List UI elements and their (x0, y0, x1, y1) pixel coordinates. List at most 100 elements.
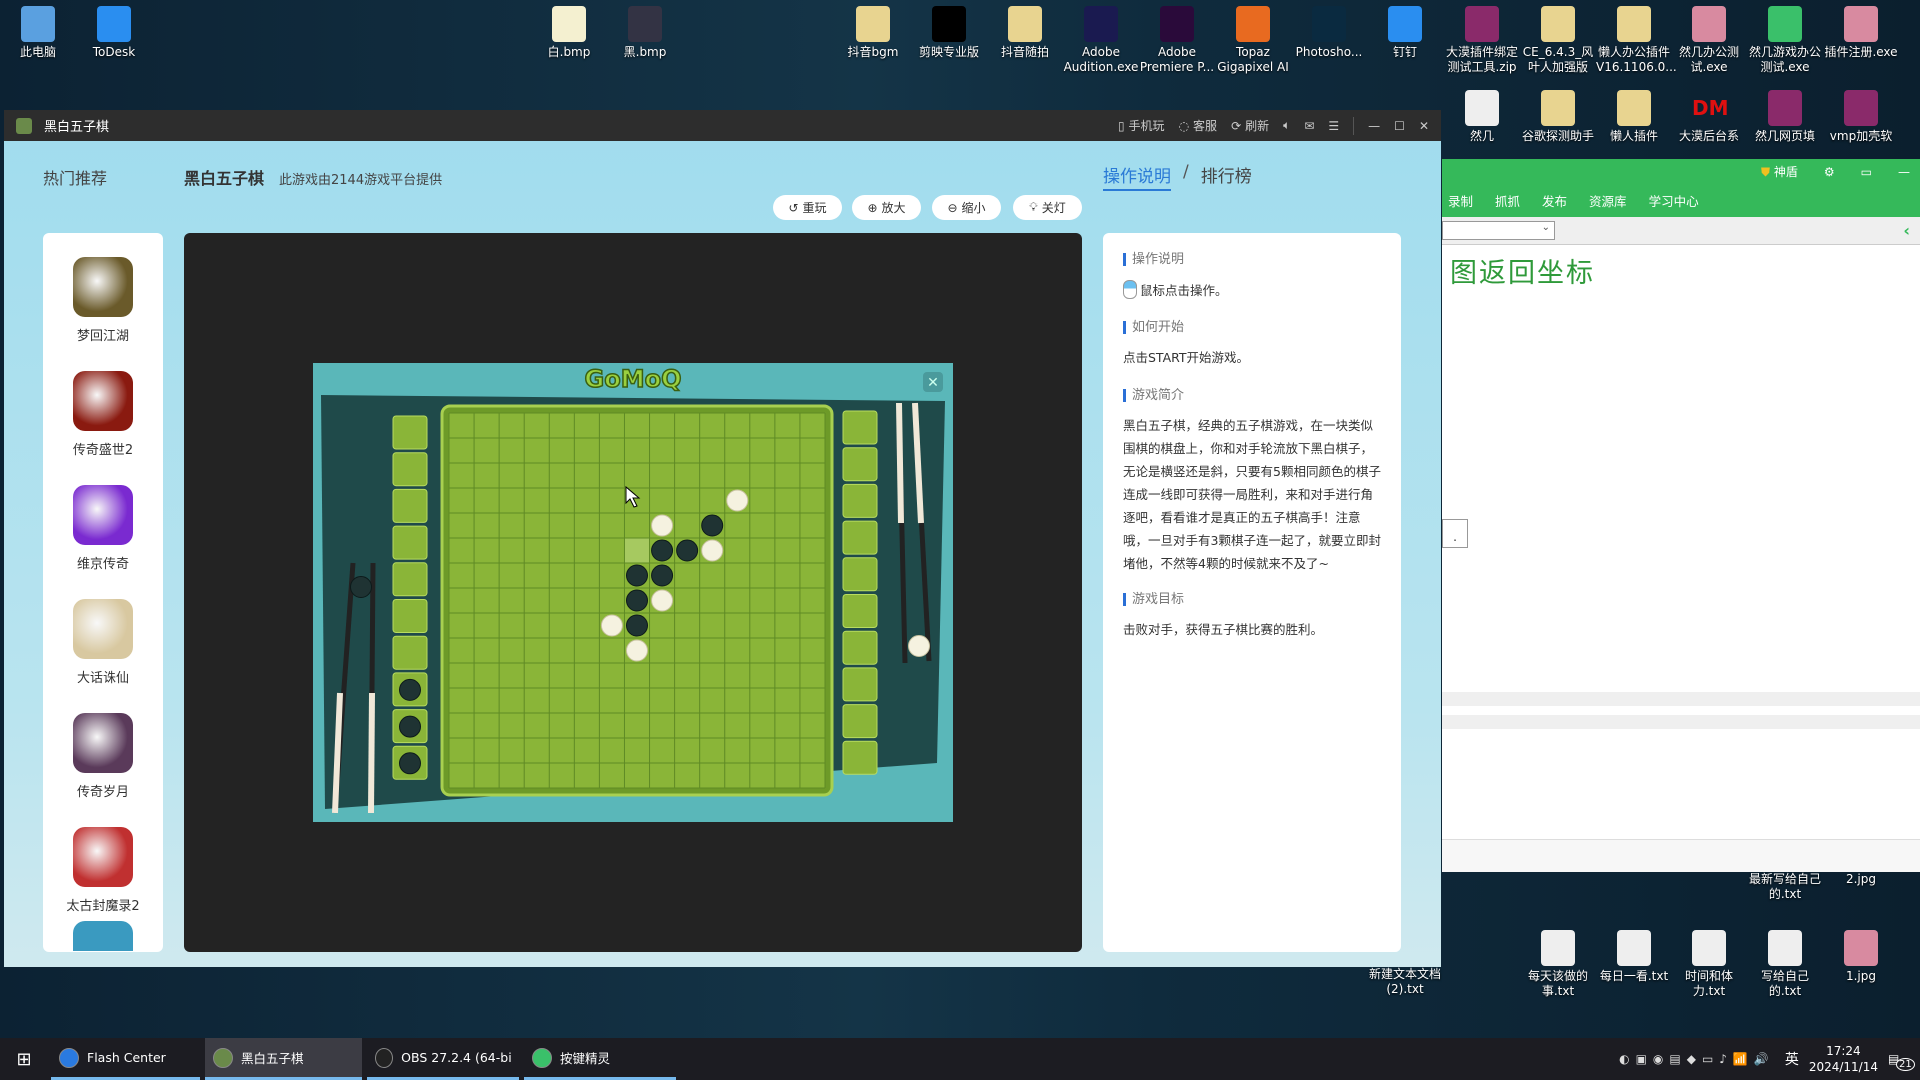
toolbar-item[interactable]: 学习中心 (1649, 191, 1699, 210)
mobile-play-button[interactable]: ▯ 手机玩 (1118, 117, 1165, 134)
desktop-icon[interactable]: 2.jpg (1823, 872, 1899, 887)
desktop-icon[interactable]: 抖音bgm (835, 6, 911, 60)
desktop-icon[interactable]: ToDesk (76, 6, 152, 60)
capture-slot (842, 594, 878, 628)
file-icon (21, 6, 55, 42)
minimize-button[interactable]: — (1368, 119, 1380, 133)
start-button[interactable]: ⊞ (0, 1049, 48, 1070)
game-window: 黑白五子棋 ▯ 手机玩 ◌ 客服 ⟳ 刷新 🔈︎ ✉ ☰ — ☐ ✕ 热门推荐 黑白五… (4, 110, 1441, 967)
desktop-icon[interactable]: 插件注册.exe (1823, 6, 1899, 60)
hover-cell (624, 538, 650, 563)
desktop-icon[interactable]: 懒人插件 (1596, 90, 1672, 159)
desktop-icon[interactable]: 钉钉 (1367, 6, 1443, 60)
taskbar-item[interactable]: OBS 27.2.4 (64-bi... (367, 1038, 519, 1080)
desktop-icon[interactable]: 然几网页填 (1747, 90, 1823, 159)
toolbar-item[interactable]: 录制 (1448, 191, 1473, 210)
zoom-in-button[interactable]: ⊕ 放大 (852, 195, 921, 220)
desktop-icon[interactable]: 剪映专业版 (911, 6, 987, 60)
dropdown[interactable]: ⌄ (1442, 221, 1555, 240)
desktop-icon[interactable]: Adobe Audition.exe (1063, 6, 1139, 75)
desktop-icon[interactable]: 然几游戏办公测试.exe (1747, 6, 1823, 75)
sidebar-game-item[interactable]: 传奇盛世2 (43, 347, 163, 461)
menu-icon[interactable]: ☰ (1328, 119, 1339, 133)
refresh-button[interactable]: ⟳ 刷新 (1231, 117, 1269, 134)
toolbar-item[interactable]: 抓抓 (1495, 191, 1520, 210)
tray-icons[interactable]: ◐▣◉▤◆▭♪📶🔊 (1619, 1052, 1775, 1066)
desktop-icon[interactable]: 新建文本文档(2).txt (1367, 900, 1443, 997)
taskbar-item[interactable]: Flash Center (51, 1038, 200, 1080)
desktop-icon[interactable]: 谷歌探测助手 (1520, 90, 1596, 159)
game-thumbnail (73, 371, 133, 431)
desktop-icon[interactable]: 1.jpg (1823, 930, 1899, 984)
sidebar-game-item[interactable]: 太古封魔录2 (43, 803, 163, 917)
gomoku-game[interactable]: GoMoQ ✕ (313, 363, 953, 822)
mail-icon[interactable]: ✉ (1304, 119, 1314, 133)
zoom-out-icon: ⊖ (947, 200, 958, 215)
shield-button[interactable]: ⛊ 神盾 (1761, 163, 1798, 180)
section-heading: 操作说明 (1123, 253, 1381, 266)
app-icon (59, 1047, 79, 1068)
desktop-icon[interactable]: 大漠插件绑定测试工具.zip (1444, 6, 1520, 75)
desktop-icon[interactable]: 白.bmp (531, 6, 607, 60)
notification-center[interactable]: ▤ 21 (1888, 1052, 1915, 1071)
maximize-button[interactable]: ☐ (1394, 119, 1405, 133)
black-stone (651, 539, 674, 562)
svg-text:✕: ✕ (927, 375, 939, 391)
sidebar-game-item[interactable]: 传奇岁月 (43, 689, 163, 803)
white-stone (626, 639, 648, 662)
desktop-icon[interactable]: 每日一看.txt (1596, 930, 1672, 984)
desktop-icon[interactable]: Adobe Premiere P... (1139, 6, 1215, 75)
tab-instructions[interactable]: 操作说明 (1103, 162, 1171, 191)
desktop-icon[interactable]: 此电脑 (0, 6, 76, 60)
taskbar: ⊞ Flash Center黑白五子棋OBS 27.2.4 (64-bi...按… (0, 1038, 1920, 1080)
desktop-icon[interactable]: 最新写给自己的.txt (1747, 872, 1823, 902)
file-icon (856, 6, 890, 42)
mouse-icon (1123, 280, 1137, 299)
desktop-icon[interactable]: Photosho... (1291, 6, 1367, 60)
customer-service-button[interactable]: ◌ 客服 (1179, 117, 1218, 134)
restore-icon[interactable]: ▭ (1861, 165, 1872, 179)
capture-slot (842, 410, 878, 445)
replay-button[interactable]: ↺ 重玩 (773, 195, 842, 220)
collapse-arrow-icon[interactable]: ‹ (1903, 221, 1910, 240)
sidebar-game-item[interactable]: 大话诛仙 (43, 575, 163, 689)
mute-icon[interactable]: 🔈︎ (1283, 118, 1290, 133)
settings-icon[interactable]: ⚙ (1824, 165, 1835, 179)
refresh-icon: ⟳ (1231, 118, 1242, 133)
small-box[interactable]: . (1442, 519, 1468, 548)
desktop-icon[interactable]: 每天该做的事.txt (1520, 930, 1596, 999)
window-title: 黑白五子棋 (44, 120, 110, 135)
capture-slot (842, 483, 878, 518)
ime-indicator[interactable]: 英 (1785, 1049, 1799, 1069)
clock[interactable]: 17:24 2024/11/14 (1809, 1043, 1878, 1075)
desktop-icon[interactable]: CE_6.4.3_风叶人加强版 (1520, 6, 1596, 75)
capture-slot (392, 635, 428, 670)
desktop-icon[interactable]: 黑.bmp (607, 6, 683, 60)
tab-leaderboard[interactable]: 排行榜 (1201, 162, 1252, 191)
zoom-out-button[interactable]: ⊖ 缩小 (932, 195, 1001, 220)
sidebar-game-item[interactable]: 维京传奇 (43, 461, 163, 575)
side-app-toolbar: 录制 抓抓 发布 资源库 学习中心 (1442, 184, 1920, 217)
toolbar-item[interactable]: 资源库 (1589, 191, 1627, 210)
desktop-icon[interactable]: 抖音随拍 (987, 6, 1063, 60)
lights-off-button[interactable]: 💡︎ 关灯 (1013, 195, 1082, 220)
desktop-icon[interactable]: DM 大漠后台系 (1671, 90, 1747, 159)
taskbar-item[interactable]: 黑白五子棋 (205, 1038, 362, 1080)
capture-slot (842, 520, 878, 555)
minimize-icon[interactable]: — (1898, 165, 1910, 179)
toolbar-item[interactable]: 发布 (1542, 191, 1567, 210)
desktop-icon[interactable]: vmp加壳软 (1823, 90, 1899, 159)
white-stone (651, 514, 674, 537)
desktop-icon[interactable]: Topaz Gigapixel AI (1215, 6, 1291, 75)
sidebar-game-item[interactable]: 梦回江湖 (43, 233, 163, 347)
desktop-icon[interactable]: 然几办公测试.exe (1671, 6, 1747, 75)
desktop-icon[interactable]: 时间和体力.txt (1671, 930, 1747, 999)
zoom-in-icon: ⊕ (867, 200, 878, 215)
desktop-icon[interactable]: 写给自己的.txt (1747, 930, 1823, 999)
sidebar-games[interactable]: 梦回江湖 传奇盛世2 维京传奇 大话诛仙 传奇岁月 太古封魔录2 (43, 233, 163, 952)
desktop-icon[interactable]: 懒人办公插件V16.1106.0... (1596, 6, 1677, 75)
close-button[interactable]: ✕ (1419, 119, 1429, 133)
close-game-button[interactable]: ✕ (923, 372, 943, 392)
taskbar-item[interactable]: 按键精灵 (524, 1038, 676, 1080)
desktop-icon[interactable]: 然几 (1444, 90, 1520, 159)
